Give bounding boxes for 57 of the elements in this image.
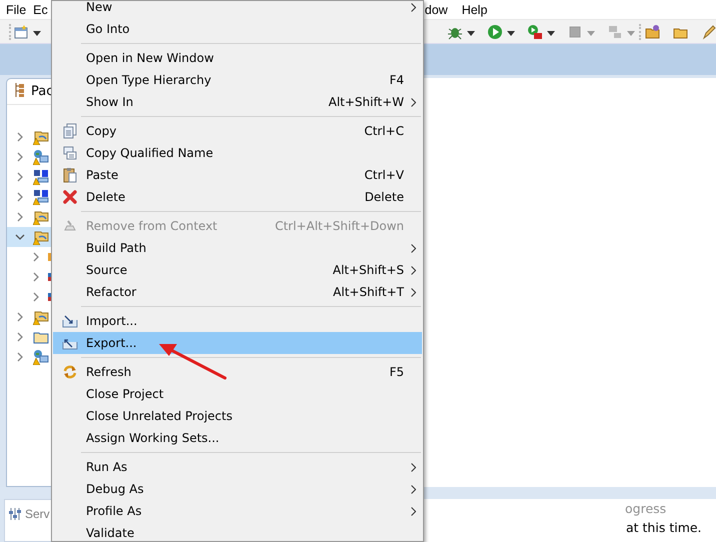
menu-entry[interactable]: Close Unrelated Projects bbox=[53, 405, 422, 427]
submenu-chevron-icon bbox=[410, 266, 416, 274]
maven-project-icon bbox=[33, 169, 49, 185]
menu-item[interactable]: File bbox=[4, 0, 28, 18]
menu-entry[interactable]: Import... bbox=[53, 310, 422, 332]
menu-entry[interactable]: Validate bbox=[53, 522, 422, 541]
submenu-chevron-icon bbox=[410, 506, 416, 516]
copy-icon bbox=[62, 123, 78, 139]
menu-entry[interactable]: Copy Ctrl+C bbox=[53, 120, 422, 142]
submenu-chevron-icon bbox=[410, 462, 416, 472]
menu-entry[interactable]: Show In Alt+Shift+W bbox=[53, 91, 422, 113]
menu-entry[interactable]: Delete Delete bbox=[53, 186, 422, 208]
submenu-chevron-icon bbox=[410, 98, 416, 106]
servers-icon bbox=[8, 507, 22, 521]
menu-entry[interactable]: Debug As bbox=[53, 478, 422, 500]
menu-entry[interactable]: Build Path bbox=[53, 237, 422, 259]
folder-icon[interactable] bbox=[645, 24, 661, 40]
progress-message: at this time. bbox=[626, 520, 703, 535]
menu-item[interactable]: Ec bbox=[31, 0, 50, 18]
menu-entry[interactable]: Refresh F5 bbox=[53, 361, 422, 383]
menu-item[interactable]: Help bbox=[460, 0, 490, 18]
delete-icon bbox=[62, 189, 78, 205]
import-icon bbox=[62, 313, 78, 329]
menu-entry[interactable]: New bbox=[53, 1, 422, 18]
package-explorer-icon bbox=[13, 83, 25, 97]
submenu-chevron-icon bbox=[410, 2, 416, 12]
run-toolbox-icon[interactable] bbox=[527, 24, 555, 40]
new-window-icon[interactable] bbox=[13, 24, 41, 40]
menu-entry[interactable]: Paste Ctrl+V bbox=[53, 164, 422, 186]
collapse-chevron-icon[interactable] bbox=[15, 232, 25, 242]
menu-entry[interactable]: Profile As bbox=[53, 500, 422, 522]
tree-row[interactable] bbox=[7, 227, 51, 247]
web-project-icon bbox=[33, 349, 49, 365]
menu-entry[interactable]: Export... bbox=[53, 332, 422, 354]
menu-entry[interactable]: Run As bbox=[53, 456, 422, 478]
submenu-chevron-icon bbox=[410, 484, 416, 494]
project-icon bbox=[33, 309, 49, 325]
view-tab[interactable]: Pac bbox=[31, 84, 54, 99]
menu-entry[interactable]: Assign Working Sets... bbox=[53, 427, 422, 449]
copy-icon bbox=[62, 145, 78, 161]
refresh-icon bbox=[62, 364, 78, 380]
web-project-icon bbox=[33, 149, 49, 165]
menu-entry[interactable]: Refactor Alt+Shift+T bbox=[53, 281, 422, 303]
menu-entry[interactable]: Source Alt+Shift+S bbox=[53, 259, 422, 281]
menu-entry[interactable]: Close Project bbox=[53, 383, 422, 405]
project-icon bbox=[33, 129, 49, 145]
menu-item[interactable]: dow bbox=[422, 0, 450, 18]
project-icon bbox=[33, 209, 49, 225]
run-icon[interactable] bbox=[487, 24, 515, 40]
maven-project-icon bbox=[33, 189, 49, 205]
menu-entry[interactable]: Copy Qualified Name bbox=[53, 142, 422, 164]
menu-entry[interactable]: Open Type Hierarchy F4 bbox=[53, 69, 422, 91]
clipboard-icon bbox=[62, 167, 78, 183]
submenu-chevron-icon bbox=[410, 288, 416, 296]
project-icon bbox=[33, 229, 49, 245]
submenu-chevron-icon bbox=[410, 244, 416, 252]
view-tab[interactable]: Serv bbox=[25, 507, 49, 521]
